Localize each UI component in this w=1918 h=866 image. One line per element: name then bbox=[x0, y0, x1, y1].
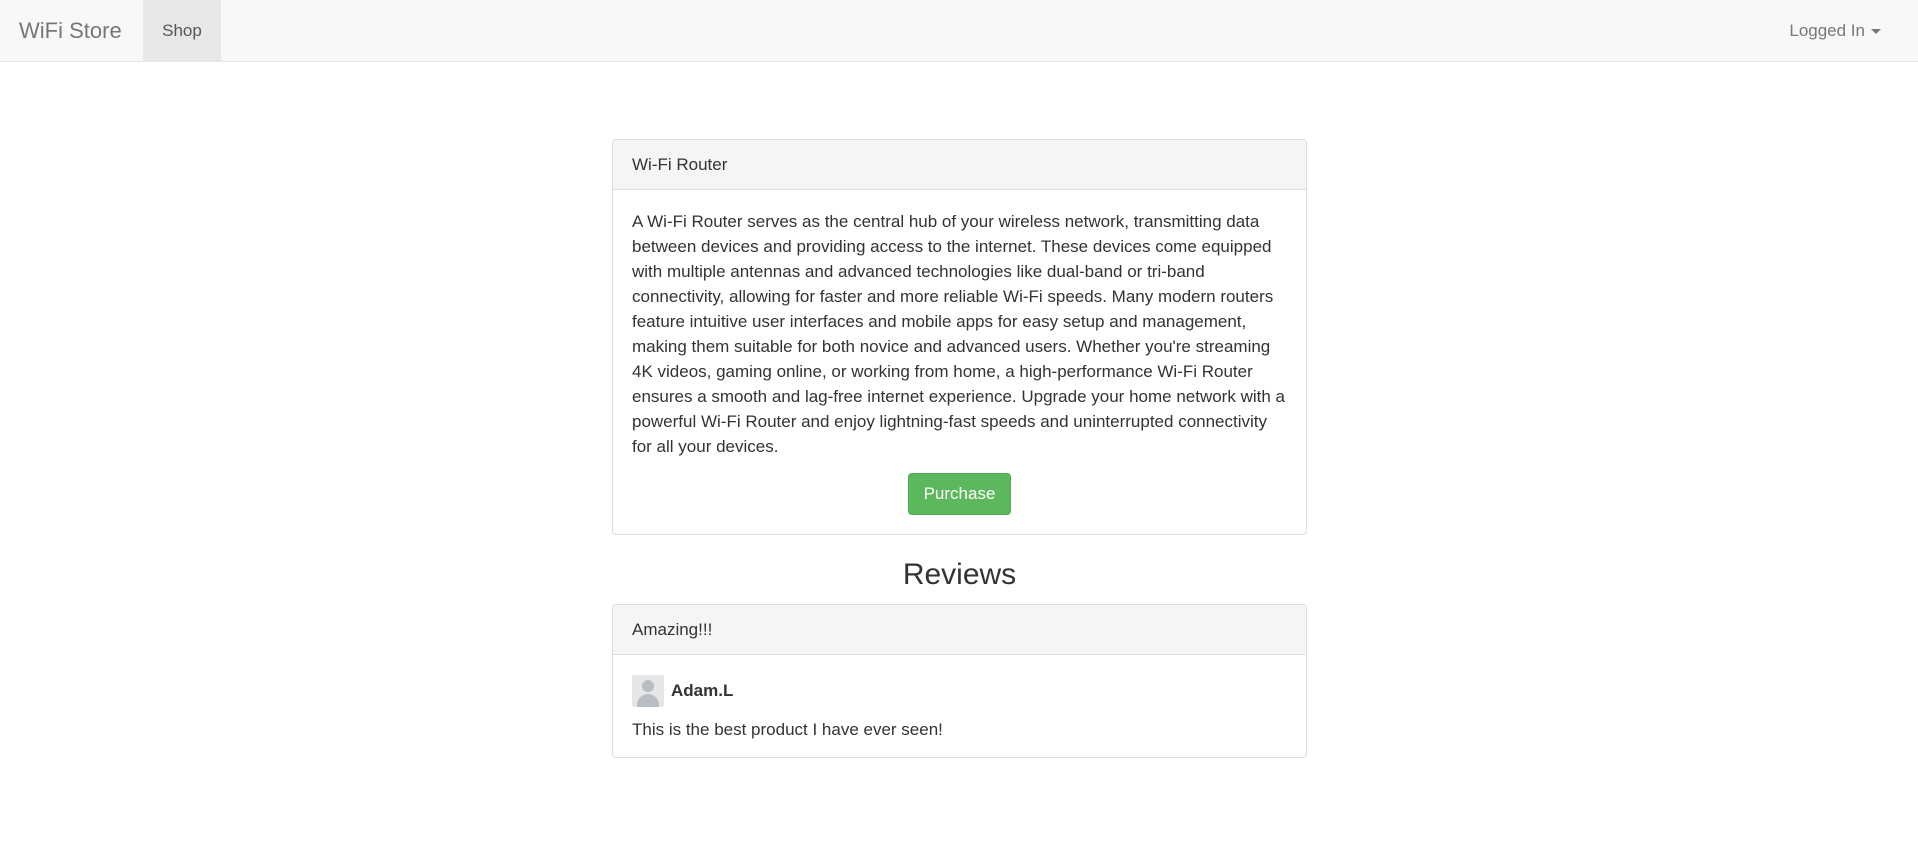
reviewer-name: Adam.L bbox=[671, 681, 734, 700]
user-menu-label: Logged In bbox=[1789, 21, 1865, 40]
review-title: Amazing!!! bbox=[613, 605, 1306, 655]
brand-link[interactable]: WiFi Store bbox=[19, 0, 122, 62]
product-title: Wi-Fi Router bbox=[613, 140, 1306, 190]
caret-down-icon bbox=[1871, 29, 1881, 35]
reviews-heading: Reviews bbox=[902, 558, 1017, 591]
top-navbar: WiFi Store Shop Logged In bbox=[0, 0, 1918, 62]
review-card: Amazing!!! Adam.L This is the best produ… bbox=[612, 604, 1307, 758]
user-menu-dropdown[interactable]: Logged In bbox=[1789, 0, 1881, 62]
review-body: Adam.L This is the best product I have e… bbox=[613, 655, 1306, 742]
product-description: A Wi-Fi Router serves as the central hub… bbox=[632, 212, 1285, 456]
reviewer: Adam.L bbox=[632, 675, 1287, 707]
nav-shop-link[interactable]: Shop bbox=[143, 0, 221, 62]
product-body: A Wi-Fi Router serves as the central hub… bbox=[613, 190, 1306, 515]
purchase-wrap: Purchase bbox=[632, 473, 1287, 515]
default-avatar-icon bbox=[632, 675, 664, 707]
product-panel: Wi-Fi Router A Wi-Fi Router serves as th… bbox=[612, 139, 1307, 535]
review-text: This is the best product I have ever see… bbox=[632, 720, 943, 739]
purchase-button[interactable]: Purchase bbox=[907, 473, 1012, 515]
